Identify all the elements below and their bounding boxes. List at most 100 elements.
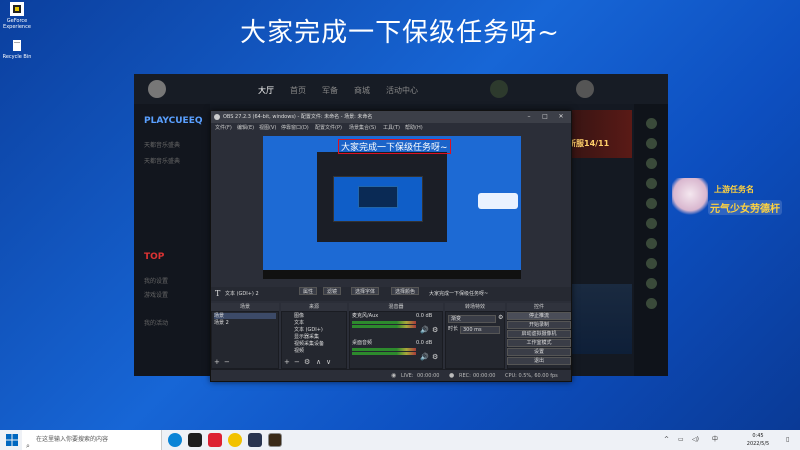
mixer-channel-name: 麦克风/Aux	[352, 313, 379, 319]
obs-taskbar-icon[interactable]	[188, 433, 202, 447]
add-source-icon[interactable]: +	[284, 358, 290, 366]
sidebar-item[interactable]: PLAYCUEEQ	[144, 116, 203, 126]
speaker-icon[interactable]: 🔊	[420, 327, 429, 334]
remove-scene-icon[interactable]: −	[224, 358, 230, 366]
overlay-title: 大家完成一下保级任务呀~	[240, 18, 560, 48]
friend-avatar[interactable]	[646, 238, 657, 249]
network-icon[interactable]: ▭	[678, 430, 684, 450]
select-font-button[interactable]: 选择字体	[351, 287, 380, 295]
mascot-image	[672, 178, 708, 218]
close-icon[interactable]: ✕	[555, 111, 567, 123]
game-taskbar-icon[interactable]	[268, 433, 282, 447]
menu-item[interactable]: 文件(F)	[215, 123, 232, 133]
select-color-button[interactable]: 选择颜色	[391, 287, 420, 295]
scenes-dock-header: 场景	[211, 303, 279, 311]
user-avatar[interactable]	[576, 80, 594, 98]
menu-item[interactable]: 帮助(H)	[405, 123, 423, 133]
scene-item[interactable]: 场景	[214, 313, 276, 319]
text-source-icon: T	[215, 289, 221, 298]
menu-item[interactable]: 场景集合(S)	[349, 123, 376, 133]
friend-avatar[interactable]	[646, 138, 657, 149]
game-nav-item[interactable]: 首页	[290, 85, 306, 96]
move-up-icon[interactable]: ∧	[316, 358, 321, 366]
controls-dock-header: 控件	[507, 303, 571, 311]
mascot-line-2: 元气少女劳德杆	[708, 200, 782, 215]
transitions-dock-header: 转场特效	[445, 303, 505, 311]
clock-time: 0:45	[752, 433, 764, 439]
gear-icon[interactable]: ⚙	[304, 358, 310, 366]
minimize-icon[interactable]: –	[523, 111, 535, 123]
edge-icon[interactable]	[168, 433, 182, 447]
sidebar-item[interactable]: 游戏设置	[144, 290, 168, 299]
menu-item[interactable]: 编辑(E)	[237, 123, 254, 133]
obs-statusbar: ◉ LIVE: 00:00:00 ● REC: 00:00:00 CPU: 0.…	[211, 369, 571, 381]
windows-start-icon[interactable]	[6, 434, 18, 446]
friend-avatar[interactable]	[646, 218, 657, 229]
preview-text-source[interactable]: 大家完成一下保级任务呀~	[338, 139, 451, 154]
friend-avatar[interactable]	[646, 158, 657, 169]
rec-label: REC:	[459, 373, 471, 379]
source-item[interactable]: 文本	[294, 320, 304, 326]
preview-taskbar	[263, 270, 521, 279]
friend-avatar[interactable]	[646, 178, 657, 189]
avatar[interactable]	[490, 80, 508, 98]
tray-chevron-icon[interactable]: ^	[664, 430, 669, 450]
notification-icon[interactable]: ▯	[786, 430, 789, 450]
audio-meter	[352, 348, 416, 351]
game-nav-item[interactable]: 商城	[354, 85, 370, 96]
taskbar: ⌕ 在这里输入你要搜索的内容 ^ ▭ ◁) 中 0:45 2022/5/5 ▯	[0, 430, 800, 450]
friend-avatar[interactable]	[646, 258, 657, 269]
friend-avatar[interactable]	[646, 118, 657, 129]
stop-streaming-button[interactable]: 停止推流	[507, 312, 571, 320]
app-icon[interactable]	[228, 433, 242, 447]
add-scene-icon[interactable]: +	[214, 358, 220, 366]
studio-mode-button[interactable]: 工作室模式	[507, 339, 571, 347]
speaker-icon[interactable]: 🔊	[420, 354, 429, 361]
transition-select[interactable]: 渐变	[448, 315, 496, 323]
app-icon[interactable]	[208, 433, 222, 447]
nested-preview-3	[358, 186, 398, 208]
menu-item[interactable]: 停靠窗口(D)	[281, 123, 309, 133]
start-recording-button[interactable]: 开始录制	[507, 321, 571, 329]
volume-icon[interactable]: ◁)	[692, 430, 699, 450]
duration-input[interactable]: 300 ms	[460, 326, 500, 334]
filters-button[interactable]: 滤镜	[323, 287, 342, 295]
sidebar-item[interactable]: 天都音乐盛典	[144, 140, 180, 149]
source-item[interactable]: 图像	[294, 313, 304, 319]
friend-avatar[interactable]	[646, 278, 657, 289]
remove-source-icon[interactable]: −	[294, 358, 300, 366]
start-virtual-camera-button[interactable]: 启动虚拟摄像机	[507, 330, 571, 338]
taskbar-search-input[interactable]: ⌕ 在这里输入你要搜索的内容	[22, 430, 162, 450]
sidebar-item[interactable]: 我的活动	[144, 318, 168, 327]
game-nav-item[interactable]: 活动中心	[386, 85, 418, 96]
gear-icon[interactable]: ⚙	[432, 354, 438, 361]
source-item[interactable]: 视频采集设备	[294, 341, 324, 347]
move-down-icon[interactable]: ∨	[326, 358, 331, 366]
source-item[interactable]: 显示器采集	[294, 334, 319, 340]
steam-icon[interactable]	[248, 433, 262, 447]
taskbar-clock[interactable]: 0:45 2022/5/5	[736, 432, 780, 448]
friend-avatar[interactable]	[646, 198, 657, 209]
obs-menubar: 文件(F) 编辑(E) 视图(V) 停靠窗口(D) 配置文件(P) 场景集合(S…	[211, 123, 571, 133]
settings-button[interactable]: 设置	[507, 348, 571, 356]
gear-icon[interactable]: ⚙	[498, 315, 503, 321]
properties-button[interactable]: 属性	[299, 287, 318, 295]
obs-preview[interactable]: 大家完成一下保级任务呀~	[263, 136, 521, 279]
source-item[interactable]: 文本 (GDI+)	[294, 327, 323, 333]
sidebar-item[interactable]: 天都音乐盛典	[144, 156, 180, 165]
text-value-field[interactable]: 大家完成一下保级任务呀~	[429, 287, 488, 301]
scene-item[interactable]: 场景 2	[214, 320, 229, 326]
menu-item[interactable]: 配置文件(P)	[315, 123, 342, 133]
source-item[interactable]: 视频	[294, 348, 304, 354]
menu-item[interactable]: 视图(V)	[259, 123, 276, 133]
maximize-icon[interactable]: □	[539, 111, 551, 123]
gear-icon[interactable]: ⚙	[432, 327, 438, 334]
game-nav-item[interactable]: 军备	[322, 85, 338, 96]
sidebar-item[interactable]: 我的设置	[144, 276, 168, 285]
sidebar-item[interactable]: TOP	[144, 252, 164, 262]
game-nav-item[interactable]: 大厅	[258, 85, 274, 96]
friend-avatar[interactable]	[646, 298, 657, 309]
input-language[interactable]: 中	[712, 430, 718, 450]
exit-button[interactable]: 退出	[507, 357, 571, 365]
menu-item[interactable]: 工具(T)	[383, 123, 400, 133]
